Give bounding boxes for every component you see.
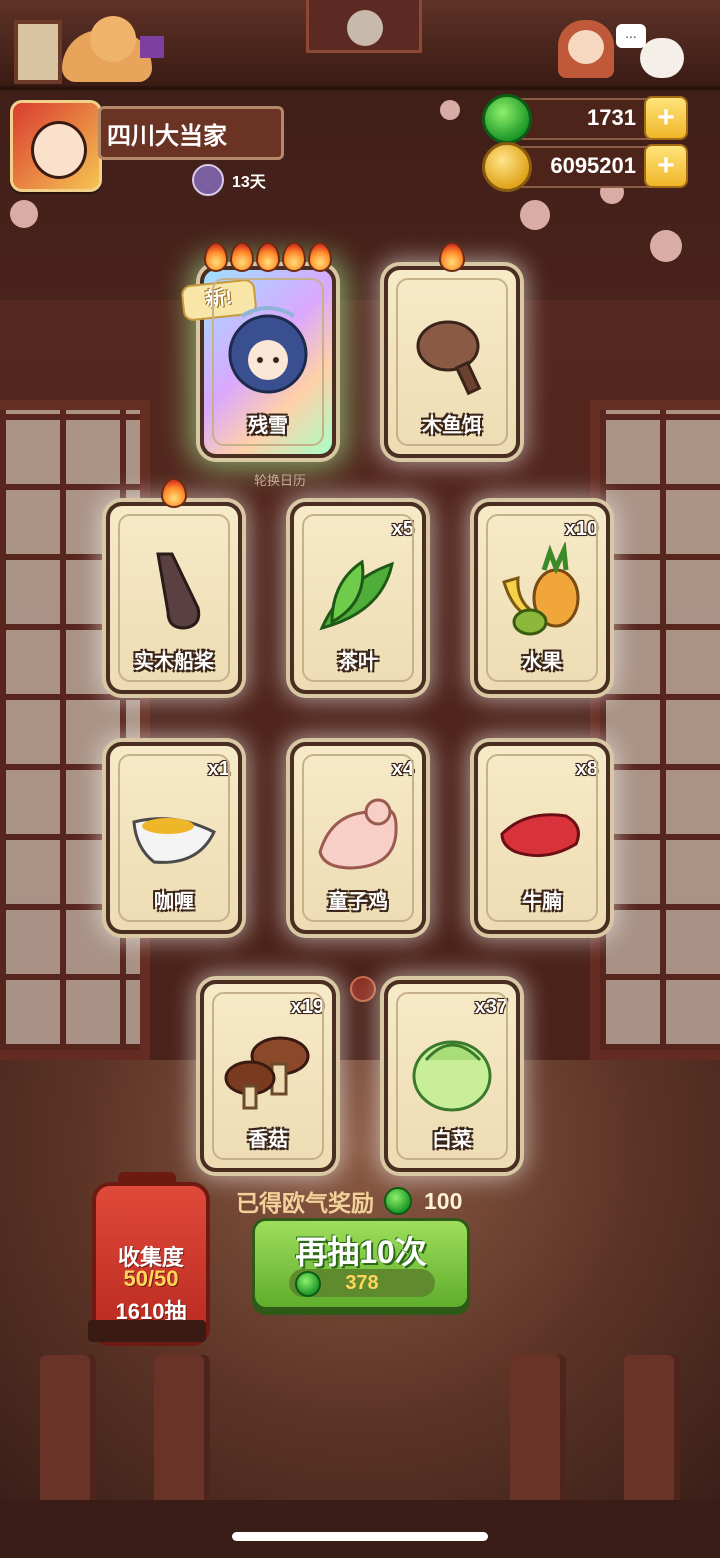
rarity-flames <box>388 242 516 272</box>
home-indicator[interactable] <box>232 1532 488 1541</box>
flame-icon <box>256 242 280 272</box>
days-value: 13天 <box>232 174 266 191</box>
card-chicken[interactable]: x4 童子鸡 <box>290 742 426 934</box>
draw-again-button[interactable]: 再抽10次 378 <box>252 1218 470 1310</box>
jade-icon <box>384 1187 412 1215</box>
luck-reward-line: 已得欧气奖励 100 <box>236 1184 462 1218</box>
blossom-decoration <box>520 200 550 230</box>
card-wooden-oar[interactable]: 实木船桨 <box>106 478 242 694</box>
reward-label: 已得欧气奖励 <box>236 1190 374 1216</box>
fruit-icon <box>502 542 580 636</box>
kitten-npc[interactable] <box>640 38 684 78</box>
card-curry[interactable]: x1 咖喱 <box>106 742 242 934</box>
player-avatar[interactable] <box>10 100 102 192</box>
railing-post <box>510 1355 566 1500</box>
blossom-decoration <box>650 230 682 262</box>
jade-currency-bar: 1731 + <box>482 94 688 144</box>
card-mushroom[interactable]: x19 香菇 <box>200 980 336 1172</box>
railing-post <box>154 1355 210 1500</box>
card-name: 白菜 <box>432 1129 472 1151</box>
calendar-label: 轮换日历 <box>254 473 307 488</box>
draw-button-label: 再抽10次 <box>295 1234 427 1270</box>
bottom-bar <box>0 1500 720 1558</box>
add-coin-button[interactable]: + <box>644 144 688 188</box>
cabbage-icon <box>412 1040 492 1112</box>
days-counter: 13天 <box>192 164 266 196</box>
pet-icon <box>192 164 224 196</box>
flame-icon <box>204 242 228 272</box>
railing-post <box>40 1355 96 1500</box>
chat-bubble-icon[interactable]: ... <box>616 24 646 48</box>
lantern-stand <box>88 1320 206 1342</box>
right-lattice-window <box>590 400 720 1060</box>
flame-icon <box>282 242 306 272</box>
draw-cost-value: 378 <box>345 1272 379 1294</box>
player-name: 四川大当家 <box>107 122 227 150</box>
coin-icon <box>482 142 532 192</box>
card-tea-leaf[interactable]: x5 茶叶 <box>290 502 426 694</box>
card-name: 木鱼饵 <box>422 415 482 437</box>
chef-npc[interactable] <box>558 20 614 78</box>
jade-icon <box>482 94 532 144</box>
card-fruit[interactable]: x10 水果 <box>474 502 610 694</box>
meat-bait-icon <box>416 320 482 396</box>
railing-post <box>624 1355 680 1500</box>
rarity-flames <box>204 242 332 272</box>
flame-icon <box>439 242 465 272</box>
player-name-plate: 四川大当家 <box>98 106 284 160</box>
rarity-flames <box>110 478 238 508</box>
card-name: 残雪 <box>248 415 288 437</box>
collection-progress: 50/50 <box>123 1266 179 1291</box>
blossom-decoration <box>440 100 460 120</box>
oar-icon <box>156 552 201 630</box>
add-jade-button[interactable]: + <box>644 96 688 140</box>
jade-amount: 1731 <box>587 105 636 130</box>
coin-amount: 6095201 <box>550 153 636 178</box>
card-name: 童子鸡 <box>328 891 388 913</box>
avatar-face <box>31 121 87 179</box>
blossom-decoration <box>10 200 38 228</box>
knot-ornament <box>350 976 376 1002</box>
mushroom-icon <box>224 1036 310 1110</box>
card-name: 实木船桨 <box>134 651 214 673</box>
card-name: 咖喱 <box>154 891 194 913</box>
card-canxue[interactable]: 新! 残雪 <box>180 242 336 458</box>
card-name: 香菇 <box>248 1129 288 1151</box>
coin-currency-bar: 6095201 + <box>482 142 688 192</box>
tea-leaf-icon <box>319 559 395 631</box>
chicken-icon <box>318 798 398 870</box>
draw-cost: 378 <box>289 1269 435 1297</box>
card-cabbage[interactable]: x37 白菜 <box>384 980 520 1172</box>
flame-icon <box>161 478 187 508</box>
card-wooden-bait[interactable]: 木鱼饵 <box>384 242 520 458</box>
book-icon <box>140 36 164 58</box>
card-name: 水果 <box>522 651 562 673</box>
owl-icon <box>347 10 383 46</box>
reward-amount: 100 <box>424 1187 463 1214</box>
card-name: 牛腩 <box>522 891 562 913</box>
beef-icon <box>500 813 580 858</box>
flame-icon <box>308 242 332 272</box>
ghost-chef-icon <box>228 306 308 394</box>
card-beef-brisket[interactable]: x8 牛腩 <box>474 742 610 934</box>
hanging-sign[interactable] <box>306 0 422 53</box>
curry-icon <box>132 817 216 864</box>
flame-icon <box>230 242 254 272</box>
card-name: 茶叶 <box>338 651 378 673</box>
wall-picture-frame <box>14 20 62 84</box>
